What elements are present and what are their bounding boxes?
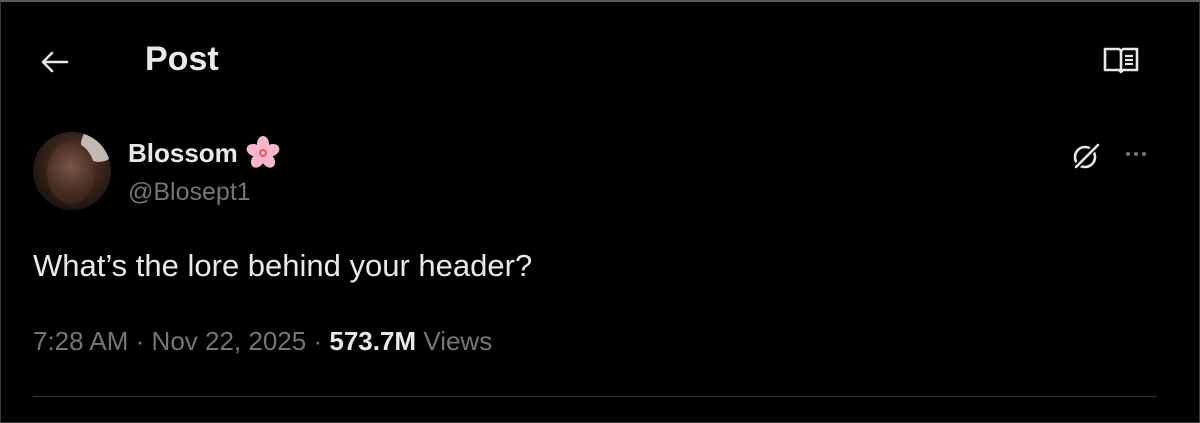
post-time[interactable]: 7:28 AM: [33, 326, 128, 357]
top-bar: Post: [0, 30, 1200, 90]
reader-mode-button[interactable]: [1100, 42, 1142, 78]
more-options-button[interactable]: [1116, 140, 1156, 168]
author-name-row: Blossom: [128, 136, 280, 170]
more-options-icon-dot: [1134, 152, 1138, 156]
author-name[interactable]: Blossom: [128, 138, 238, 169]
grok-icon: [1073, 142, 1100, 170]
arrow-left-icon: [41, 51, 69, 73]
cherry-blossom-emoji-icon: [246, 136, 280, 168]
back-button[interactable]: [34, 42, 74, 82]
author-handle[interactable]: @Blosept1: [128, 178, 251, 207]
post-text: What’s the lore behind your header?: [33, 248, 533, 283]
avatar-face: [47, 142, 95, 204]
page-title: Post: [145, 40, 219, 78]
views-count[interactable]: 573.7M: [329, 326, 416, 357]
views-label: Views: [423, 326, 493, 356]
avatar[interactable]: [33, 132, 111, 210]
more-options-icon-dot: [1142, 152, 1146, 156]
grok-button[interactable]: [1068, 138, 1104, 174]
more-options-icon-dot: [1126, 152, 1130, 156]
meta-separator: ·: [313, 326, 323, 356]
post-date[interactable]: Nov 22, 2025: [152, 326, 307, 357]
post-meta: 7:28 AM · Nov 22, 2025 · 573.7M Views: [33, 326, 492, 357]
meta-separator: ·: [135, 326, 145, 356]
reader-mode-icon: [1103, 47, 1139, 74]
divider: [33, 396, 1157, 397]
